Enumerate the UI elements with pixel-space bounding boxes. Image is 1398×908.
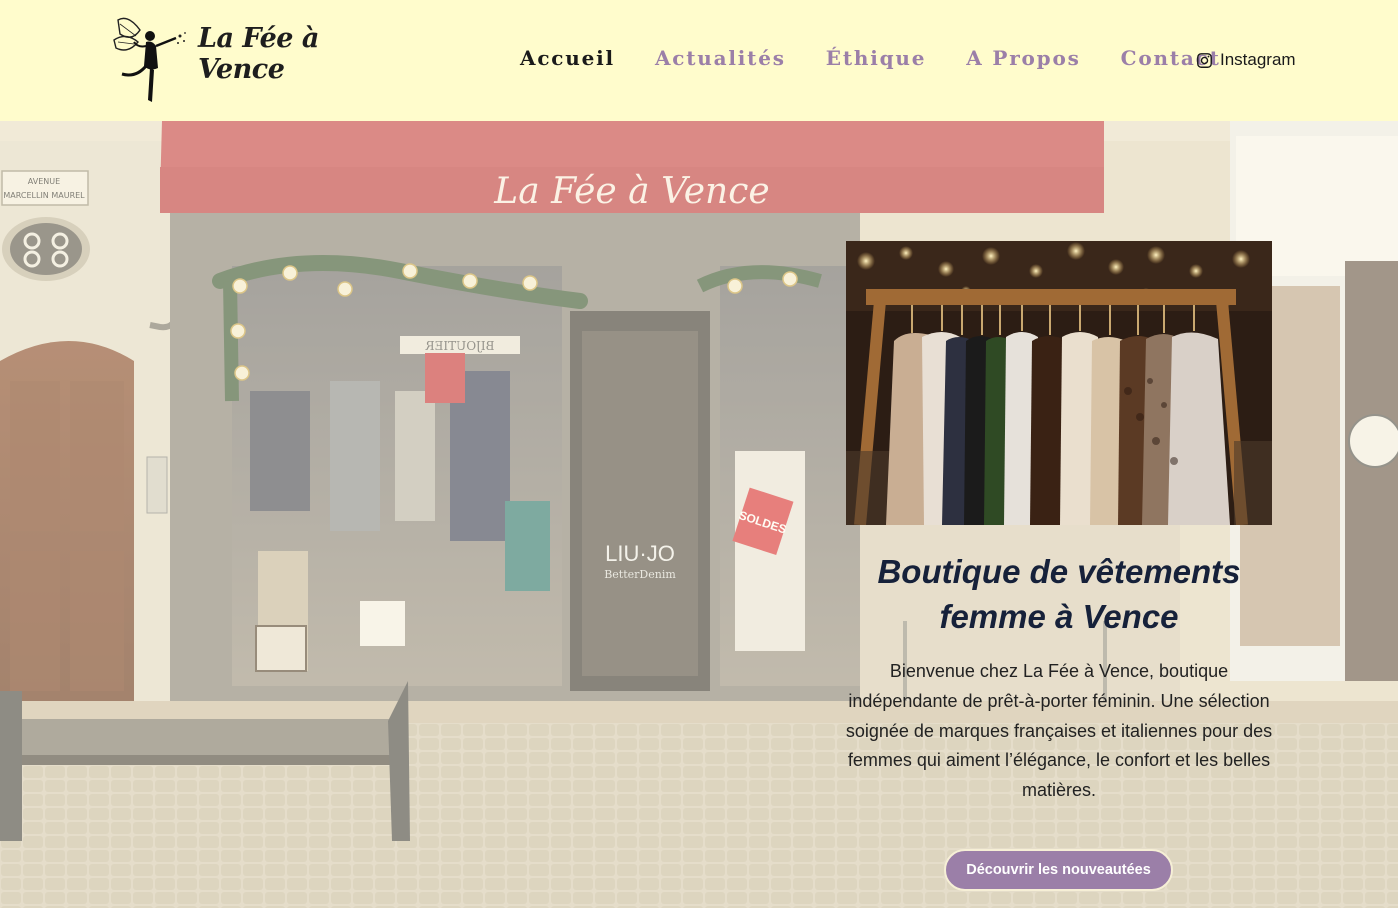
discover-new-arrivals-button[interactable]: Découvrir les nouveautées — [944, 849, 1173, 891]
nav-ethique[interactable]: Éthique — [826, 46, 926, 70]
clothing-rack-image — [846, 241, 1272, 525]
instagram-label: Instagram — [1220, 50, 1296, 69]
site-name: La Fée à Vence — [198, 23, 319, 85]
main-nav: Accueil Actualités Éthique A Propos Cont… — [520, 46, 1261, 70]
instagram-icon — [1197, 52, 1212, 68]
hero-title: Boutique de vêtements femme à Vence — [877, 553, 1241, 635]
nav-a-propos[interactable]: A Propos — [966, 46, 1080, 70]
site-header: La Fée à Vence Accueil Actualités Éthiqu… — [0, 0, 1398, 121]
fairy-silhouette-icon — [113, 17, 186, 102]
nav-accueil[interactable]: Accueil — [520, 46, 615, 70]
instagram-link[interactable]: Instagram — [1196, 50, 1296, 70]
nav-actualites[interactable]: Actualités — [655, 46, 786, 70]
site-logo[interactable]: La Fée à Vence — [110, 12, 400, 104]
clothing-rack-photo — [846, 241, 1272, 525]
hero-description: Bienvenue chez La Fée à Vence, boutique … — [845, 661, 1273, 801]
hero-section: AVENUE MARCELLIN MAUREL LIU·JO BetterDen… — [0, 121, 1398, 908]
